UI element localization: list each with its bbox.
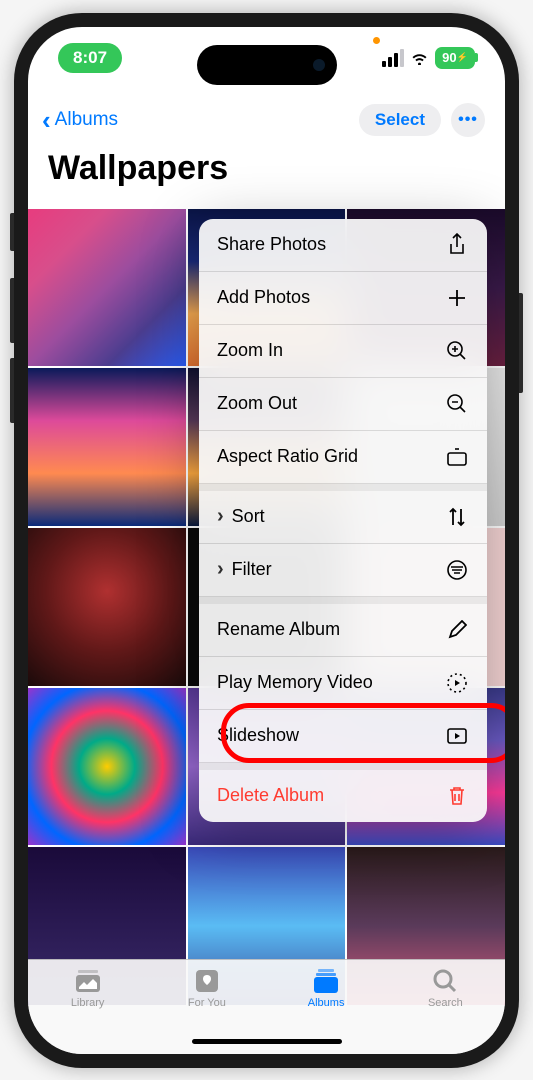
photo-thumbnail[interactable] [28, 528, 186, 686]
menu-label: Add Photos [217, 287, 310, 308]
screen: 8:07 90⚡ ‹ Albums Select ••• [28, 27, 505, 1054]
library-icon [73, 968, 103, 994]
context-menu: Share Photos Add Photos Zoom In [199, 219, 487, 822]
menu-zoom-out[interactable]: Zoom Out [199, 378, 487, 431]
menu-label: Filter [232, 559, 272, 580]
more-options-button[interactable]: ••• [451, 103, 485, 137]
pencil-icon [445, 618, 469, 642]
volume-up-button [10, 278, 14, 343]
menu-filter[interactable]: › Filter [199, 544, 487, 597]
memory-play-icon [445, 671, 469, 695]
menu-delete-album[interactable]: Delete Album [199, 763, 487, 822]
filter-icon [445, 558, 469, 582]
aspect-ratio-icon [445, 445, 469, 469]
chevron-left-icon: ‹ [42, 107, 51, 133]
dynamic-island [197, 45, 337, 85]
zoom-out-icon [445, 392, 469, 416]
tab-label: Library [71, 997, 105, 1009]
chevron-right-icon: › [217, 505, 224, 528]
chevron-right-icon: › [217, 558, 224, 581]
plus-icon [445, 286, 469, 310]
share-icon [445, 233, 469, 257]
sort-icon [445, 505, 469, 529]
photo-thumbnail[interactable] [28, 688, 186, 846]
menu-share-photos[interactable]: Share Photos [199, 219, 487, 272]
slideshow-icon [445, 724, 469, 748]
zoom-in-icon [445, 339, 469, 363]
home-indicator[interactable] [192, 1039, 342, 1044]
power-button [519, 293, 523, 393]
wifi-icon [410, 51, 429, 65]
tab-label: For You [188, 997, 226, 1009]
menu-slideshow[interactable]: Slideshow [199, 710, 487, 763]
tab-label: Search [428, 997, 463, 1009]
album-title: Wallpapers [28, 145, 505, 200]
nav-right-actions: Select ••• [359, 103, 485, 137]
menu-sort[interactable]: › Sort [199, 484, 487, 544]
navigation-bar: ‹ Albums Select ••• [28, 89, 505, 145]
mic-indicator-icon [373, 37, 380, 44]
front-camera [313, 59, 325, 71]
volume-down-button [10, 358, 14, 423]
menu-label: Delete Album [217, 785, 324, 806]
menu-aspect-ratio[interactable]: Aspect Ratio Grid [199, 431, 487, 484]
tab-library[interactable]: Library [28, 968, 147, 1054]
for-you-icon [192, 968, 222, 994]
select-button[interactable]: Select [359, 104, 441, 136]
tab-label: Albums [308, 997, 345, 1009]
back-label: Albums [55, 109, 118, 131]
menu-label: Zoom In [217, 340, 283, 361]
menu-label: Slideshow [217, 725, 299, 746]
photo-thumbnail[interactable] [28, 209, 186, 367]
menu-label: Sort [232, 506, 265, 527]
menu-label: Share Photos [217, 234, 326, 255]
menu-rename-album[interactable]: Rename Album [199, 597, 487, 657]
menu-label: Zoom Out [217, 393, 297, 414]
albums-icon [311, 968, 341, 994]
menu-zoom-in[interactable]: Zoom In [199, 325, 487, 378]
menu-label: Rename Album [217, 619, 340, 640]
photo-thumbnail[interactable] [28, 368, 186, 526]
back-button[interactable]: ‹ Albums [42, 107, 118, 133]
tab-search[interactable]: Search [386, 968, 505, 1054]
menu-label: Play Memory Video [217, 672, 373, 693]
menu-play-memory[interactable]: Play Memory Video [199, 657, 487, 710]
content-area: ‹ Albums Select ••• Wallpapers [28, 89, 505, 1054]
cellular-signal-icon [382, 49, 404, 67]
mute-switch [10, 213, 14, 251]
status-time[interactable]: 8:07 [58, 43, 122, 73]
menu-add-photos[interactable]: Add Photos [199, 272, 487, 325]
search-icon [430, 968, 460, 994]
trash-icon [445, 784, 469, 808]
battery-indicator: 90⚡ [435, 47, 475, 69]
status-right: 90⚡ [382, 47, 475, 69]
menu-label: Aspect Ratio Grid [217, 446, 358, 467]
iphone-device-frame: 8:07 90⚡ ‹ Albums Select ••• [14, 13, 519, 1068]
